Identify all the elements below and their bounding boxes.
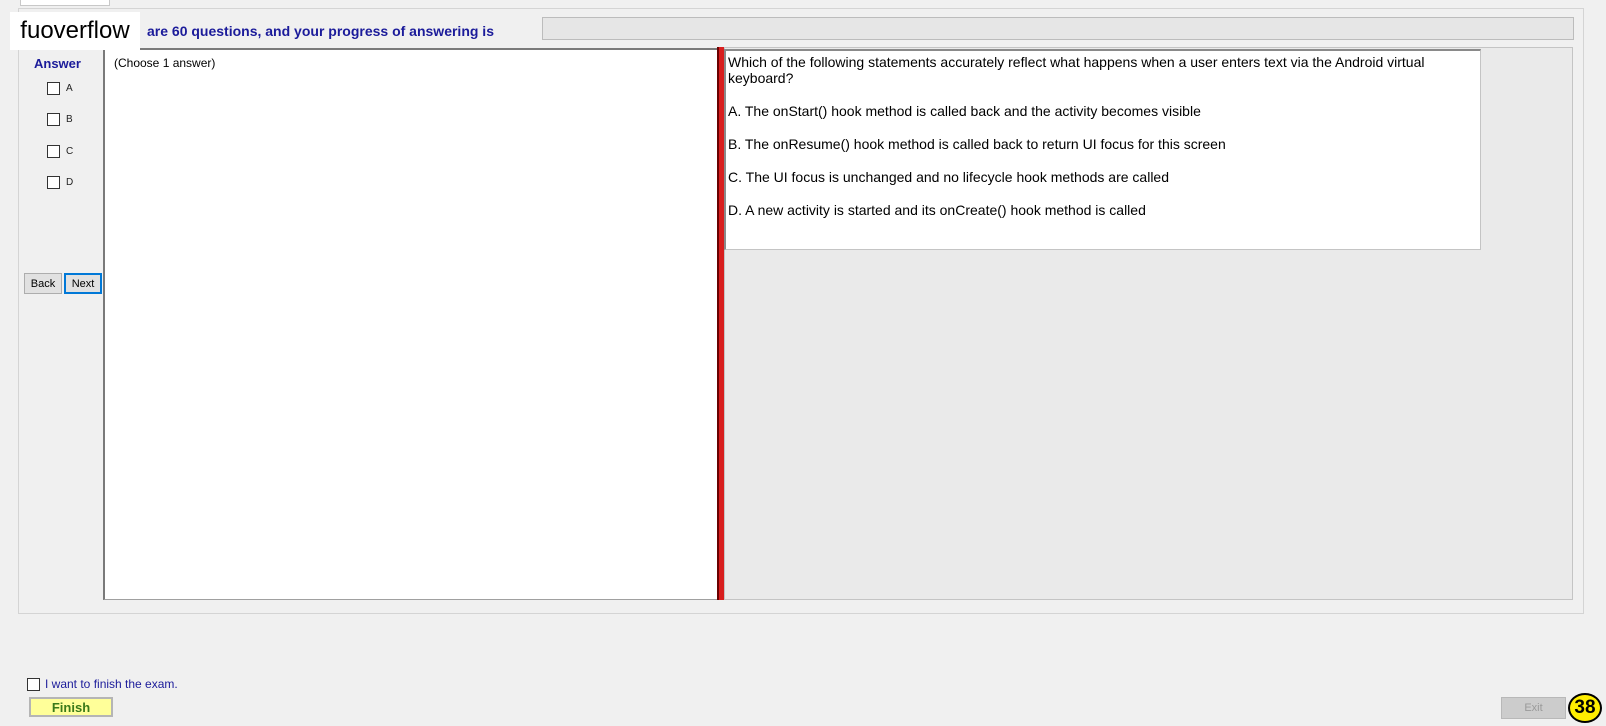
window-tab <box>20 0 110 6</box>
finish-checkbox-box[interactable] <box>27 677 40 691</box>
question-choice-b: B. The onResume() hook method is called … <box>728 136 1226 152</box>
progress-text: are 60 questions, and your progress of a… <box>147 23 494 39</box>
page-number-badge: 38 <box>1568 693 1602 723</box>
option-a-label: A <box>66 83 73 94</box>
back-button[interactable]: Back <box>24 273 62 294</box>
checkbox-b[interactable] <box>47 113 60 126</box>
question-box: Which of the following statements accura… <box>724 49 1481 250</box>
option-a[interactable]: A <box>47 82 73 95</box>
answer-heading: Answer <box>34 56 81 71</box>
option-b-label: B <box>66 114 73 125</box>
option-c[interactable]: C <box>47 145 73 158</box>
notes-area[interactable]: (Choose 1 answer) <box>103 48 719 600</box>
progress-bar <box>542 17 1574 40</box>
question-stem: Which of the following statements accura… <box>728 54 1425 86</box>
question-choice-c: C. The UI focus is unchanged and no life… <box>728 169 1169 185</box>
panel-splitter[interactable] <box>717 47 724 600</box>
finish-checkbox-label: I want to finish the exam. <box>45 677 178 691</box>
option-b[interactable]: B <box>47 113 73 126</box>
question-choice-d: D. A new activity is started and its onC… <box>728 202 1146 218</box>
next-button[interactable]: Next <box>64 273 102 294</box>
checkbox-c[interactable] <box>47 145 60 158</box>
option-c-label: C <box>66 146 74 157</box>
watermark: fuoverflow <box>10 12 140 50</box>
choose-hint: (Choose 1 answer) <box>114 56 216 70</box>
question-choice-a: A. The onStart() hook method is called b… <box>728 103 1201 119</box>
finish-button[interactable]: Finish <box>29 697 113 717</box>
checkbox-d[interactable] <box>47 176 60 189</box>
option-d[interactable]: D <box>47 176 73 189</box>
finish-exam-checkbox[interactable]: I want to finish the exam. <box>27 677 178 691</box>
option-d-label: D <box>66 177 74 188</box>
exit-button[interactable]: Exit <box>1501 697 1566 719</box>
checkbox-a[interactable] <box>47 82 60 95</box>
